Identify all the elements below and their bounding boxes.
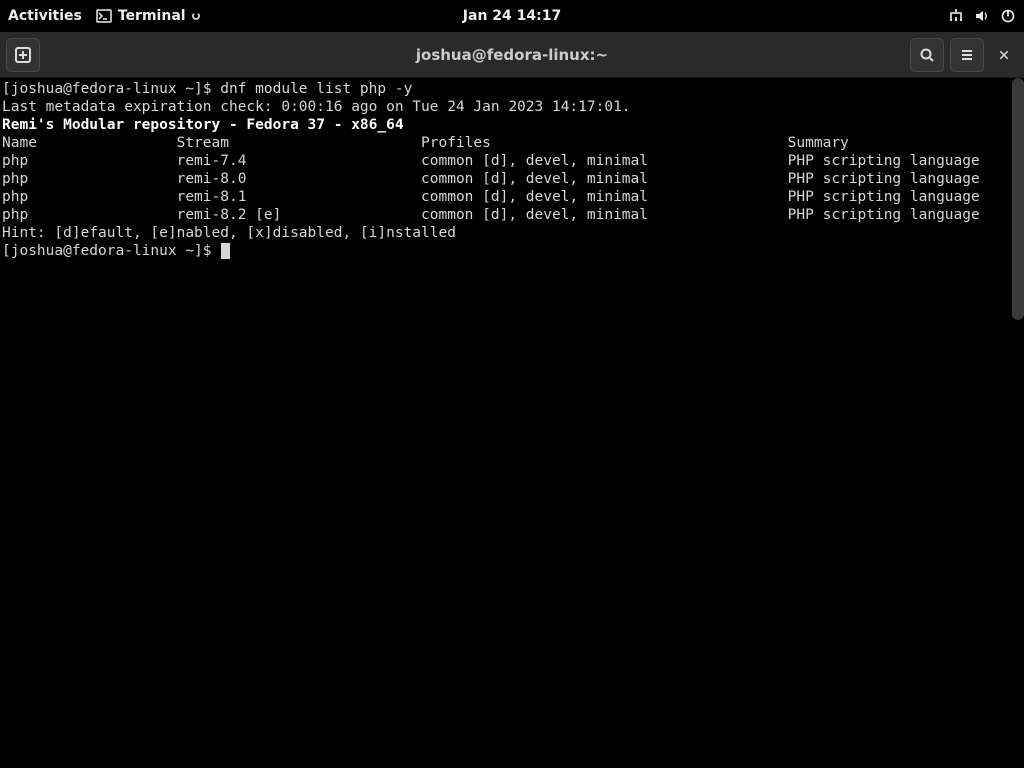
terminal-line: Hint: [d]efault, [e]nabled, [x]disabled,… — [2, 224, 1022, 242]
power-icon[interactable] — [1000, 8, 1016, 24]
terminal-headerbar: joshua@fedora-linux:~ — [0, 32, 1024, 78]
cursor — [221, 243, 230, 259]
window-title: joshua@fedora-linux:~ — [416, 46, 608, 64]
search-button[interactable] — [910, 38, 944, 72]
terminal-line: php remi-7.4 common [d], devel, minimal … — [2, 152, 1022, 170]
terminal-line: php remi-8.2 [e] common [d], devel, mini… — [2, 206, 1022, 224]
terminal-viewport[interactable]: [joshua@fedora-linux ~]$ dnf module list… — [0, 78, 1024, 768]
hamburger-menu-button[interactable] — [950, 38, 984, 72]
app-menu-label: Terminal — [118, 8, 186, 24]
terminal-line: php remi-8.0 common [d], devel, minimal … — [2, 170, 1022, 188]
spinner-icon — [192, 12, 200, 20]
terminal-line: Name Stream Profiles Summary — [2, 134, 1022, 152]
terminal-line: Remi's Modular repository - Fedora 37 - … — [2, 116, 1022, 134]
terminal-icon — [96, 8, 112, 24]
app-menu[interactable]: Terminal — [96, 8, 200, 24]
close-button[interactable] — [990, 41, 1018, 69]
activities-button[interactable]: Activities — [8, 8, 82, 24]
clock[interactable]: Jan 24 14:17 — [463, 8, 561, 24]
new-tab-button[interactable] — [6, 38, 40, 72]
terminal-line: php remi-8.1 common [d], devel, minimal … — [2, 188, 1022, 206]
network-icon[interactable] — [948, 8, 964, 24]
volume-icon[interactable] — [974, 8, 990, 24]
gnome-top-panel: Activities Terminal Jan 24 14:17 — [0, 0, 1024, 32]
terminal-line: [joshua@fedora-linux ~]$ — [2, 242, 1022, 260]
terminal-line: [joshua@fedora-linux ~]$ dnf module list… — [2, 80, 1022, 98]
terminal-line: Last metadata expiration check: 0:00:16 … — [2, 98, 1022, 116]
